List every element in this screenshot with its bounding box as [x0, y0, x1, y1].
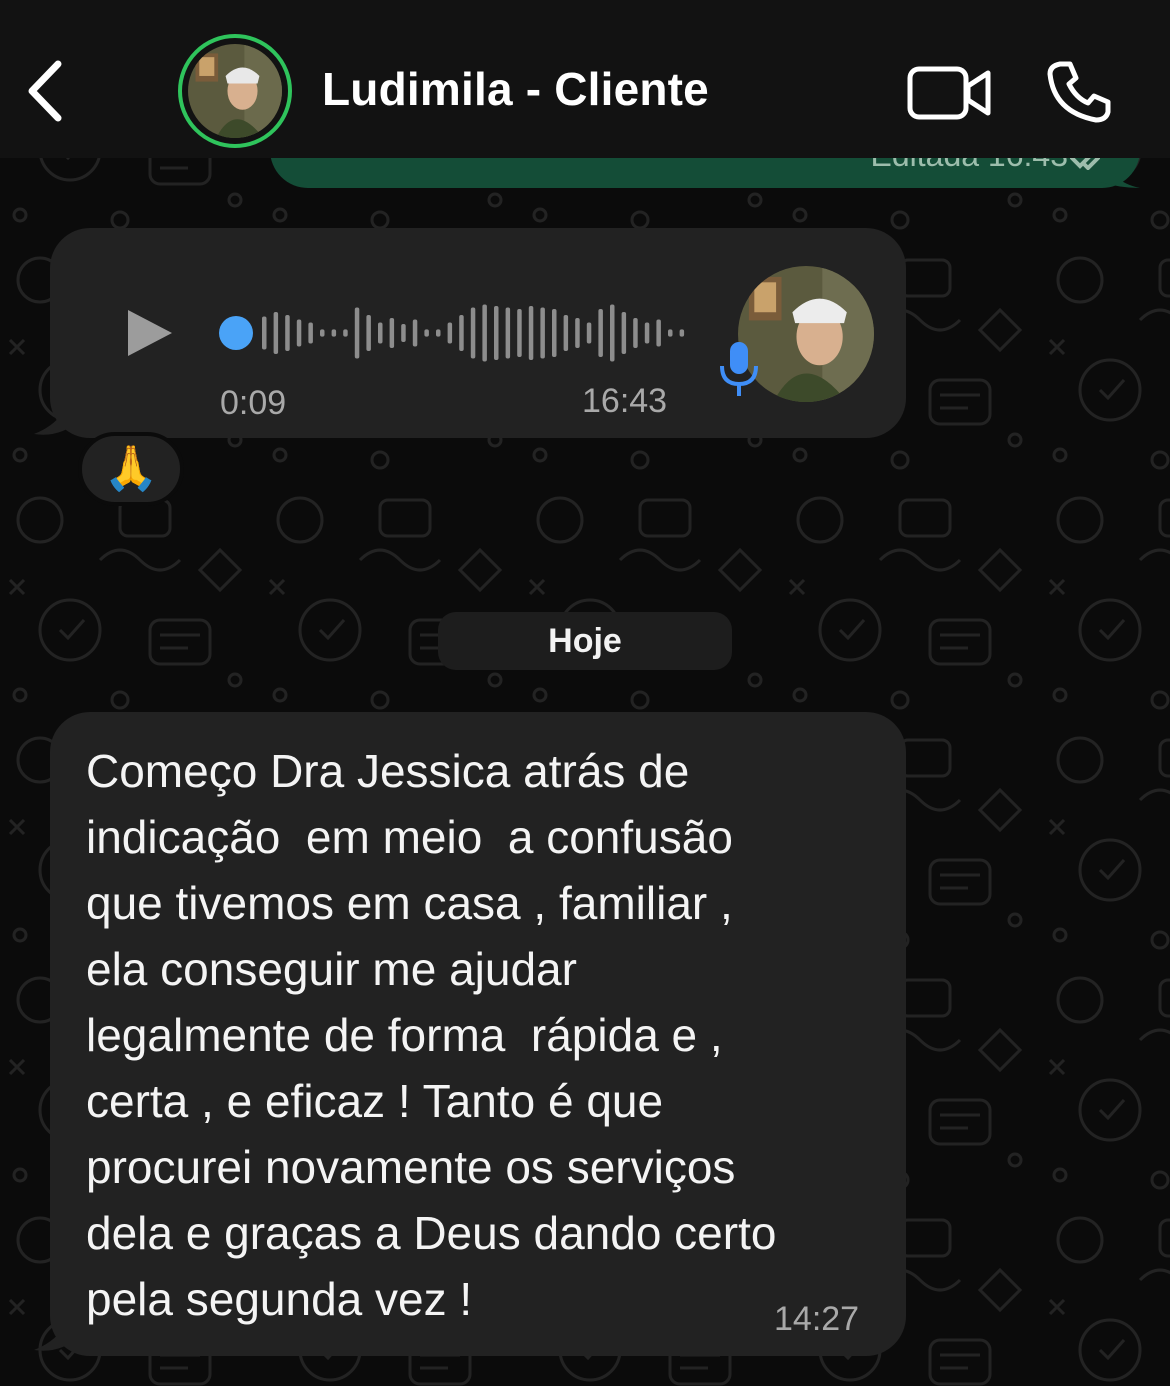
- waveform-bar: [470, 307, 476, 359]
- voice-waveform[interactable]: [216, 300, 686, 366]
- waveform-bar: [540, 307, 545, 359]
- play-icon: [128, 310, 172, 356]
- waveform-bar: [610, 304, 615, 362]
- waveform-bar: [633, 318, 638, 348]
- waveform-bar: [308, 322, 313, 344]
- waveform-bar: [412, 319, 418, 347]
- waveform-bar: [354, 307, 360, 359]
- message-line: Começo Dra Jessica atrás de: [86, 745, 690, 797]
- reaction-emoji: 🙏: [103, 444, 159, 493]
- waveform-bar: [598, 309, 603, 357]
- waveform-bar: [378, 322, 383, 344]
- message-line: pela segunda vez !: [86, 1273, 473, 1325]
- back-button[interactable]: [22, 58, 72, 124]
- waveform-bar: [401, 324, 406, 342]
- message-text: Começo Dra Jessica atrás de indicação em…: [86, 738, 876, 1332]
- waveform-bar: [644, 322, 650, 344]
- message-reaction[interactable]: 🙏: [78, 432, 184, 506]
- waveform-bar: [586, 322, 592, 344]
- message-time: 14:27: [774, 1300, 860, 1338]
- waveform-bar: [528, 306, 534, 360]
- waveform-bar: [424, 329, 429, 337]
- video-camera-icon: [907, 66, 991, 120]
- playback-knob[interactable]: [219, 316, 253, 350]
- waveform-bar: [436, 329, 441, 337]
- waveform-bar: [482, 304, 487, 362]
- waveform-bar: [296, 319, 302, 347]
- waveform-bar: [273, 312, 279, 354]
- voice-message-time: 16:43: [582, 382, 668, 420]
- incoming-bubble-tail: [34, 380, 80, 435]
- date-separator: Hoje: [438, 612, 732, 670]
- waveform-bar: [668, 329, 673, 337]
- waveform-bar: [366, 315, 371, 351]
- waveform-bar: [447, 322, 453, 344]
- waveform-bar: [517, 309, 522, 357]
- waveform-bar: [389, 318, 395, 348]
- message-line: ela conseguir me ajudar: [86, 943, 577, 995]
- waveform-bar: [320, 329, 325, 337]
- voice-duration: 0:09: [220, 384, 287, 422]
- phone-icon: [1047, 61, 1111, 123]
- waveform-bar: [494, 306, 499, 360]
- waveform-bar: [575, 318, 580, 348]
- waveform-bar: [285, 315, 290, 351]
- waveform-bar: [331, 329, 337, 337]
- chat-header: Ludimila - Cliente: [0, 0, 1170, 158]
- waveform-bar: [505, 307, 511, 359]
- message-line: legalmente de forma rápida e ,: [86, 1009, 723, 1061]
- chevron-left-icon: [28, 60, 62, 122]
- waveform-bar: [262, 316, 267, 350]
- waveform-bar: [343, 329, 348, 337]
- message-line: certa , e eficaz ! Tanto é que: [86, 1075, 664, 1127]
- message-line: que tivemos em casa , familiar ,: [86, 877, 733, 929]
- incoming-bubble-tail: [34, 1296, 80, 1351]
- waveform-bar: [552, 309, 557, 357]
- avatar-photo: [188, 44, 282, 138]
- waveform-bar: [679, 329, 685, 337]
- waveform-bar: [563, 315, 569, 351]
- waveform-bar: [656, 319, 661, 347]
- microphone-icon: [720, 342, 758, 396]
- outgoing-bubble-tail: [1100, 152, 1140, 188]
- contact-avatar[interactable]: [178, 34, 292, 148]
- waveform-bar: [621, 312, 627, 354]
- message-line: dela e graças a Deus dando certo: [86, 1207, 777, 1259]
- contact-name[interactable]: Ludimila - Cliente: [322, 62, 709, 116]
- video-call-button[interactable]: [906, 64, 992, 122]
- play-button[interactable]: [120, 302, 178, 364]
- message-line: procurei novamente os serviços: [86, 1141, 736, 1193]
- waveform-bar: [459, 315, 464, 351]
- voice-call-button[interactable]: [1046, 60, 1112, 124]
- message-line: indicação em meio a confusão: [86, 811, 733, 863]
